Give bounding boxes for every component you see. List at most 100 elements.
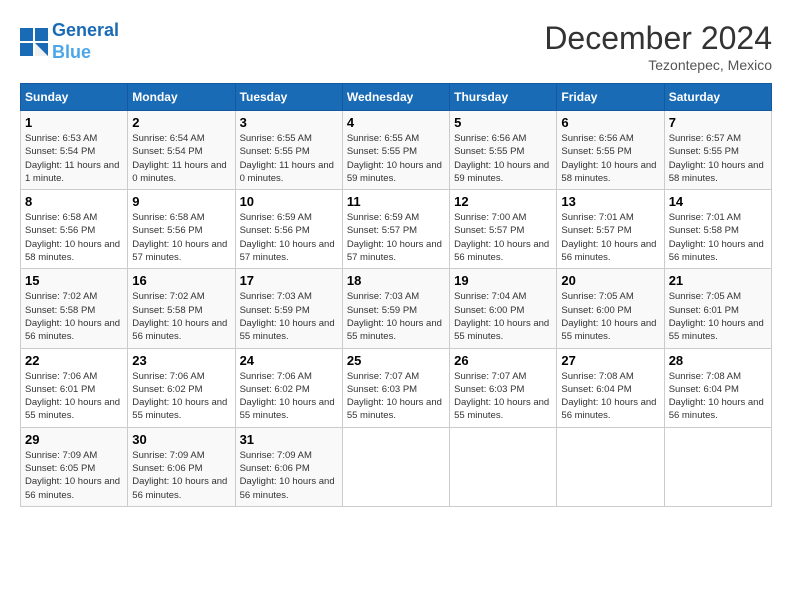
calendar-cell: 26 Sunrise: 7:07 AMSunset: 6:03 PMDaylig… xyxy=(450,348,557,427)
calendar-row: 22 Sunrise: 7:06 AMSunset: 6:01 PMDaylig… xyxy=(21,348,772,427)
day-info: Sunrise: 7:09 AMSunset: 6:05 PMDaylight:… xyxy=(25,450,120,501)
day-number: 26 xyxy=(454,353,552,368)
day-info: Sunrise: 6:58 AMSunset: 5:56 PMDaylight:… xyxy=(25,212,120,263)
calendar-row: 15 Sunrise: 7:02 AMSunset: 5:58 PMDaylig… xyxy=(21,269,772,348)
day-info: Sunrise: 7:09 AMSunset: 6:06 PMDaylight:… xyxy=(240,450,335,501)
page-header: General Blue December 2024 Tezontepec, M… xyxy=(20,20,772,73)
calendar-cell: 10 Sunrise: 6:59 AMSunset: 5:56 PMDaylig… xyxy=(235,190,342,269)
location: Tezontepec, Mexico xyxy=(544,57,772,73)
day-info: Sunrise: 7:05 AMSunset: 6:00 PMDaylight:… xyxy=(561,291,656,342)
day-info: Sunrise: 6:55 AMSunset: 5:55 PMDaylight:… xyxy=(347,133,442,184)
calendar-cell: 18 Sunrise: 7:03 AMSunset: 5:59 PMDaylig… xyxy=(342,269,449,348)
calendar-cell: 4 Sunrise: 6:55 AMSunset: 5:55 PMDayligh… xyxy=(342,111,449,190)
calendar-cell: 14 Sunrise: 7:01 AMSunset: 5:58 PMDaylig… xyxy=(664,190,771,269)
day-info: Sunrise: 6:54 AMSunset: 5:54 PMDaylight:… xyxy=(132,133,226,184)
calendar-cell: 25 Sunrise: 7:07 AMSunset: 6:03 PMDaylig… xyxy=(342,348,449,427)
day-number: 12 xyxy=(454,194,552,209)
calendar-cell xyxy=(664,427,771,506)
calendar-cell: 15 Sunrise: 7:02 AMSunset: 5:58 PMDaylig… xyxy=(21,269,128,348)
calendar-cell: 27 Sunrise: 7:08 AMSunset: 6:04 PMDaylig… xyxy=(557,348,664,427)
day-number: 7 xyxy=(669,115,767,130)
day-info: Sunrise: 6:58 AMSunset: 5:56 PMDaylight:… xyxy=(132,212,227,263)
day-number: 1 xyxy=(25,115,123,130)
calendar-cell: 11 Sunrise: 6:59 AMSunset: 5:57 PMDaylig… xyxy=(342,190,449,269)
calendar-cell: 31 Sunrise: 7:09 AMSunset: 6:06 PMDaylig… xyxy=(235,427,342,506)
day-number: 24 xyxy=(240,353,338,368)
header-saturday: Saturday xyxy=(664,84,771,111)
calendar-cell: 20 Sunrise: 7:05 AMSunset: 6:00 PMDaylig… xyxy=(557,269,664,348)
header-tuesday: Tuesday xyxy=(235,84,342,111)
header-thursday: Thursday xyxy=(450,84,557,111)
day-number: 3 xyxy=(240,115,338,130)
day-info: Sunrise: 7:09 AMSunset: 6:06 PMDaylight:… xyxy=(132,450,227,501)
header-monday: Monday xyxy=(128,84,235,111)
day-info: Sunrise: 7:07 AMSunset: 6:03 PMDaylight:… xyxy=(347,371,442,422)
calendar-cell: 6 Sunrise: 6:56 AMSunset: 5:55 PMDayligh… xyxy=(557,111,664,190)
day-number: 19 xyxy=(454,273,552,288)
calendar-cell: 9 Sunrise: 6:58 AMSunset: 5:56 PMDayligh… xyxy=(128,190,235,269)
day-info: Sunrise: 7:03 AMSunset: 5:59 PMDaylight:… xyxy=(347,291,442,342)
day-number: 13 xyxy=(561,194,659,209)
day-info: Sunrise: 7:08 AMSunset: 6:04 PMDaylight:… xyxy=(561,371,656,422)
calendar-table: Sunday Monday Tuesday Wednesday Thursday… xyxy=(20,83,772,507)
day-info: Sunrise: 7:07 AMSunset: 6:03 PMDaylight:… xyxy=(454,371,549,422)
day-info: Sunrise: 7:08 AMSunset: 6:04 PMDaylight:… xyxy=(669,371,764,422)
calendar-cell: 24 Sunrise: 7:06 AMSunset: 6:02 PMDaylig… xyxy=(235,348,342,427)
calendar-cell: 2 Sunrise: 6:54 AMSunset: 5:54 PMDayligh… xyxy=(128,111,235,190)
day-number: 6 xyxy=(561,115,659,130)
day-info: Sunrise: 7:04 AMSunset: 6:00 PMDaylight:… xyxy=(454,291,549,342)
day-number: 22 xyxy=(25,353,123,368)
day-number: 2 xyxy=(132,115,230,130)
day-number: 10 xyxy=(240,194,338,209)
day-number: 18 xyxy=(347,273,445,288)
day-number: 8 xyxy=(25,194,123,209)
day-number: 30 xyxy=(132,432,230,447)
calendar-row: 29 Sunrise: 7:09 AMSunset: 6:05 PMDaylig… xyxy=(21,427,772,506)
calendar-cell: 7 Sunrise: 6:57 AMSunset: 5:55 PMDayligh… xyxy=(664,111,771,190)
day-number: 27 xyxy=(561,353,659,368)
title-block: December 2024 Tezontepec, Mexico xyxy=(544,20,772,73)
day-info: Sunrise: 7:06 AMSunset: 6:02 PMDaylight:… xyxy=(240,371,335,422)
calendar-cell xyxy=(450,427,557,506)
day-info: Sunrise: 7:00 AMSunset: 5:57 PMDaylight:… xyxy=(454,212,549,263)
day-number: 31 xyxy=(240,432,338,447)
calendar-cell: 21 Sunrise: 7:05 AMSunset: 6:01 PMDaylig… xyxy=(664,269,771,348)
calendar-cell: 8 Sunrise: 6:58 AMSunset: 5:56 PMDayligh… xyxy=(21,190,128,269)
day-number: 20 xyxy=(561,273,659,288)
day-number: 9 xyxy=(132,194,230,209)
day-number: 25 xyxy=(347,353,445,368)
calendar-cell xyxy=(342,427,449,506)
day-info: Sunrise: 7:06 AMSunset: 6:02 PMDaylight:… xyxy=(132,371,227,422)
logo: General Blue xyxy=(20,20,119,63)
calendar-cell: 5 Sunrise: 6:56 AMSunset: 5:55 PMDayligh… xyxy=(450,111,557,190)
day-info: Sunrise: 7:03 AMSunset: 5:59 PMDaylight:… xyxy=(240,291,335,342)
logo-text: General Blue xyxy=(52,20,119,63)
logo-icon xyxy=(20,28,48,56)
day-number: 11 xyxy=(347,194,445,209)
calendar-cell: 28 Sunrise: 7:08 AMSunset: 6:04 PMDaylig… xyxy=(664,348,771,427)
calendar-cell: 19 Sunrise: 7:04 AMSunset: 6:00 PMDaylig… xyxy=(450,269,557,348)
calendar-cell: 30 Sunrise: 7:09 AMSunset: 6:06 PMDaylig… xyxy=(128,427,235,506)
day-info: Sunrise: 7:02 AMSunset: 5:58 PMDaylight:… xyxy=(25,291,120,342)
month-title: December 2024 xyxy=(544,20,772,57)
day-info: Sunrise: 6:55 AMSunset: 5:55 PMDaylight:… xyxy=(240,133,334,184)
calendar-cell: 13 Sunrise: 7:01 AMSunset: 5:57 PMDaylig… xyxy=(557,190,664,269)
calendar-row: 1 Sunrise: 6:53 AMSunset: 5:54 PMDayligh… xyxy=(21,111,772,190)
day-number: 29 xyxy=(25,432,123,447)
calendar-row: 8 Sunrise: 6:58 AMSunset: 5:56 PMDayligh… xyxy=(21,190,772,269)
calendar-cell: 23 Sunrise: 7:06 AMSunset: 6:02 PMDaylig… xyxy=(128,348,235,427)
calendar-cell: 3 Sunrise: 6:55 AMSunset: 5:55 PMDayligh… xyxy=(235,111,342,190)
calendar-cell: 1 Sunrise: 6:53 AMSunset: 5:54 PMDayligh… xyxy=(21,111,128,190)
day-number: 4 xyxy=(347,115,445,130)
day-number: 17 xyxy=(240,273,338,288)
day-info: Sunrise: 6:59 AMSunset: 5:57 PMDaylight:… xyxy=(347,212,442,263)
day-info: Sunrise: 6:57 AMSunset: 5:55 PMDaylight:… xyxy=(669,133,764,184)
calendar-cell: 16 Sunrise: 7:02 AMSunset: 5:58 PMDaylig… xyxy=(128,269,235,348)
day-number: 15 xyxy=(25,273,123,288)
header-friday: Friday xyxy=(557,84,664,111)
day-number: 23 xyxy=(132,353,230,368)
day-number: 16 xyxy=(132,273,230,288)
header-wednesday: Wednesday xyxy=(342,84,449,111)
calendar-cell: 17 Sunrise: 7:03 AMSunset: 5:59 PMDaylig… xyxy=(235,269,342,348)
day-number: 28 xyxy=(669,353,767,368)
